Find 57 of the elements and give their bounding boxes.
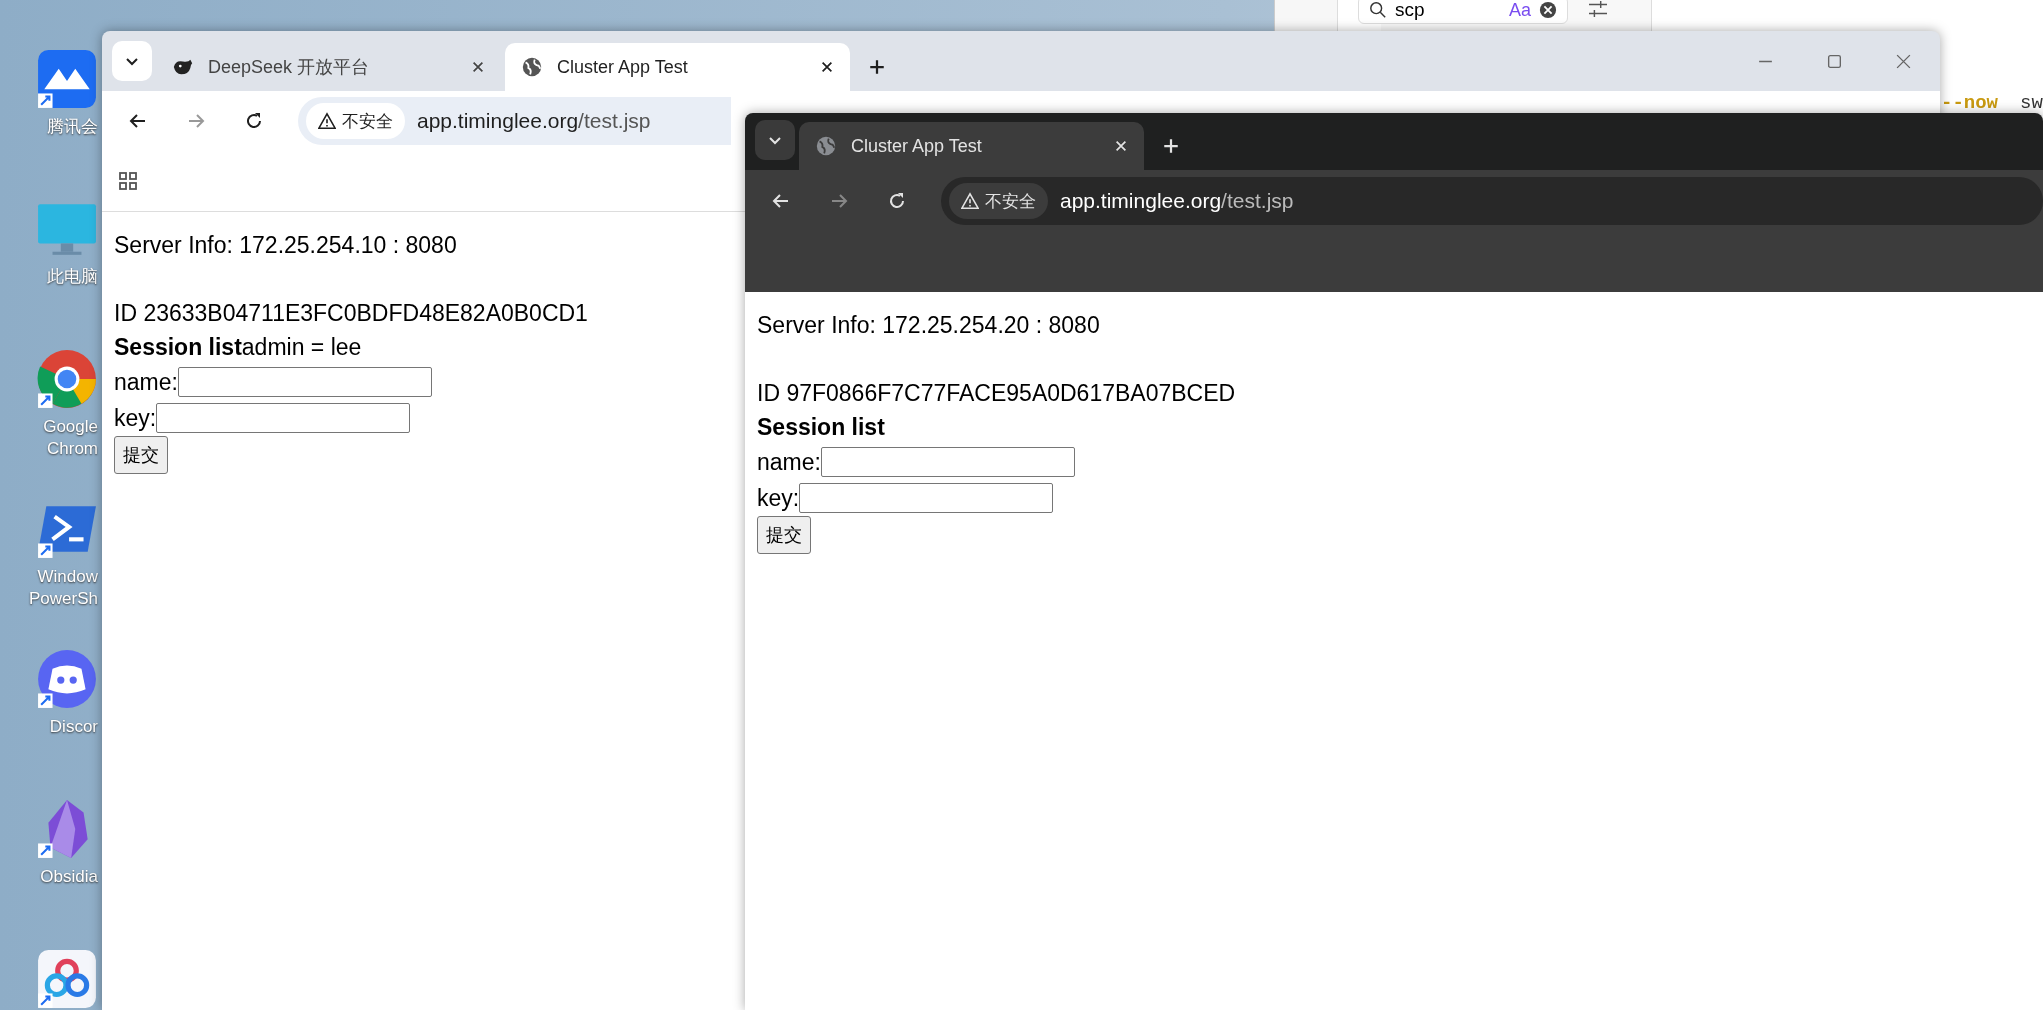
session-id-text: ID 97F0866F7C77FACE95A0D617BA07BCED (757, 379, 1236, 408)
security-chip[interactable]: 不安全 (949, 183, 1048, 219)
session-id-text: ID 23633B04711E3FC0BDFD48E82A0B0CD1 (114, 299, 588, 328)
code-text: --now (1941, 92, 1998, 114)
field-label: name: (114, 368, 178, 397)
server-info-text: Server Info: 172.25.254.10 : 8080 (114, 231, 457, 260)
globe-icon (815, 135, 837, 157)
desktop-icon-label: Obsidia (40, 866, 98, 888)
field-label: name: (757, 448, 821, 477)
meeting-app-icon[interactable] (36, 48, 98, 110)
field-label: key: (757, 484, 800, 513)
security-chip[interactable]: 不安全 (306, 103, 405, 139)
new-tab-icon[interactable] (868, 58, 886, 76)
browser-tab[interactable]: Cluster App Test (799, 122, 1144, 170)
search-field[interactable]: scp Aa (1358, 0, 1568, 24)
code-text: sw (2020, 92, 2043, 114)
close-icon[interactable] (820, 60, 834, 74)
desktop-icon-label: 此电脑 (47, 266, 98, 288)
search-value: scp (1395, 0, 1426, 21)
chrome-app-icon[interactable] (36, 348, 98, 410)
browser-tab[interactable]: Cluster App Test (505, 43, 850, 91)
desktop-icon-label: Window (37, 566, 98, 588)
desktop-icon-label: PowerSh (29, 588, 98, 610)
url-text: app.timinglee.org/test.jsp (1060, 189, 1294, 213)
desktop-icon-label: Google (43, 416, 98, 438)
address-bar[interactable]: 不安全 app.timinglee.org/test.jsp (941, 177, 2043, 225)
desktop-icon-label: 腾讯会 (47, 116, 98, 138)
globe-icon (521, 56, 543, 78)
field-label: key: (114, 404, 157, 433)
search-icon (1369, 1, 1387, 19)
session-list-text: Session list (757, 413, 885, 442)
url-text: app.timinglee.org/test.jsp (417, 109, 651, 133)
submit-button[interactable]: 提交 (114, 436, 168, 474)
browser-tab[interactable]: DeepSeek 开放平台 (156, 43, 501, 91)
address-bar[interactable]: 不安全 app.timinglee.org/test.jsp (298, 97, 731, 145)
maximize-icon[interactable] (1826, 52, 1843, 70)
input-field[interactable] (177, 367, 432, 397)
apps-grid-icon[interactable] (118, 171, 138, 191)
server-info-text: Server Info: 172.25.254.20 : 8080 (757, 311, 1100, 340)
tab-title: DeepSeek 开放平台 (208, 56, 371, 79)
input-field[interactable] (156, 403, 411, 433)
session-list-text: Session listadmin = lee (114, 333, 362, 362)
desktop-icon-label: Discor (49, 716, 98, 738)
tab-title: Cluster App Test (851, 135, 983, 157)
warning-icon (961, 192, 979, 210)
close-icon[interactable] (471, 60, 485, 74)
tab-title: Cluster App Test (557, 56, 689, 78)
submit-button[interactable]: 提交 (757, 516, 811, 554)
input-field[interactable] (820, 447, 1075, 477)
match-case-toggle[interactable]: Aa (1508, 0, 1531, 21)
filter-icon[interactable] (1586, 0, 1610, 18)
desktop-icon-label: Chrom (47, 438, 98, 460)
warning-icon (318, 112, 336, 130)
clear-icon[interactable] (1539, 1, 1557, 19)
input-field[interactable] (799, 483, 1054, 513)
app-app-icon[interactable] (36, 948, 98, 1010)
discord-app-icon[interactable] (36, 648, 98, 710)
